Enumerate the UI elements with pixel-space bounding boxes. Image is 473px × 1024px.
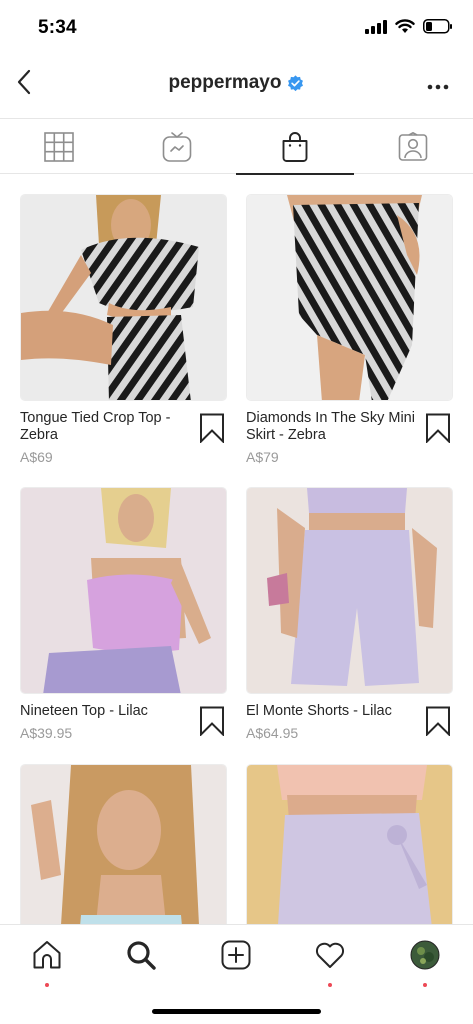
product-price: A$39.95 xyxy=(20,725,73,741)
product-image[interactable] xyxy=(246,194,453,401)
product-card[interactable]: Tongue Tied Crop Top - Zebra A$69 xyxy=(20,194,227,465)
tab-igtv[interactable] xyxy=(118,119,236,174)
bookmark-icon xyxy=(426,413,450,444)
product-image[interactable] xyxy=(20,194,227,401)
avatar xyxy=(410,940,440,970)
profile-header: peppermayo xyxy=(0,56,473,118)
heart-icon xyxy=(315,942,345,968)
product-card[interactable]: El Monte Shorts - Lilac A$64.95 xyxy=(246,487,453,741)
search-icon xyxy=(127,941,156,970)
bottom-navigation xyxy=(0,924,473,1024)
save-button[interactable] xyxy=(425,413,451,444)
notification-dot xyxy=(423,983,427,987)
nav-profile[interactable] xyxy=(405,935,445,987)
product-name[interactable]: Nineteen Top - Lilac xyxy=(20,703,190,720)
profile-tabs xyxy=(0,118,473,175)
home-icon xyxy=(33,941,61,969)
nav-new-post[interactable] xyxy=(216,935,256,975)
save-button[interactable] xyxy=(199,413,225,444)
save-button[interactable] xyxy=(425,706,451,737)
signal-icon xyxy=(365,19,387,34)
tagged-person-icon xyxy=(398,131,428,161)
product-name[interactable]: El Monte Shorts - Lilac xyxy=(246,703,416,720)
nav-activity[interactable] xyxy=(310,935,350,987)
bookmark-icon xyxy=(426,706,450,737)
verified-badge-icon xyxy=(288,74,304,91)
home-indicator xyxy=(152,1009,321,1014)
status-bar: 5:34 xyxy=(0,0,473,56)
wifi-icon xyxy=(395,19,415,33)
more-dots-icon xyxy=(427,84,449,90)
nav-home[interactable] xyxy=(27,935,67,987)
plus-square-icon xyxy=(221,940,251,970)
product-price: A$69 xyxy=(20,449,53,465)
status-time: 5:34 xyxy=(38,17,77,38)
product-image[interactable] xyxy=(246,487,453,694)
nav-search[interactable] xyxy=(121,935,161,975)
product-name[interactable]: Diamonds In The Sky Mini Skirt - Zebra xyxy=(246,410,416,444)
username: peppermayo xyxy=(168,72,282,93)
status-icons xyxy=(365,19,453,34)
tab-shop[interactable] xyxy=(236,119,354,175)
notification-dot xyxy=(45,983,49,987)
bookmark-icon xyxy=(200,413,224,444)
notification-dot xyxy=(328,983,332,987)
product-price: A$64.95 xyxy=(246,725,299,741)
save-button[interactable] xyxy=(199,706,225,737)
username-title: peppermayo xyxy=(0,72,473,94)
bookmark-icon xyxy=(200,706,224,737)
shopping-bag-icon xyxy=(282,131,308,162)
tab-grid[interactable] xyxy=(0,119,118,174)
battery-icon xyxy=(423,19,452,34)
product-card[interactable]: Nineteen Top - Lilac A$39.95 xyxy=(20,487,227,741)
product-image[interactable] xyxy=(20,487,227,694)
tab-tagged[interactable] xyxy=(354,119,472,174)
igtv-icon xyxy=(162,131,192,162)
grid-icon xyxy=(44,131,74,162)
more-options-button[interactable] xyxy=(427,78,449,90)
product-card[interactable]: Diamonds In The Sky Mini Skirt - Zebra A… xyxy=(246,194,453,465)
product-name[interactable]: Tongue Tied Crop Top - Zebra xyxy=(20,410,190,444)
product-price: A$79 xyxy=(246,449,279,465)
